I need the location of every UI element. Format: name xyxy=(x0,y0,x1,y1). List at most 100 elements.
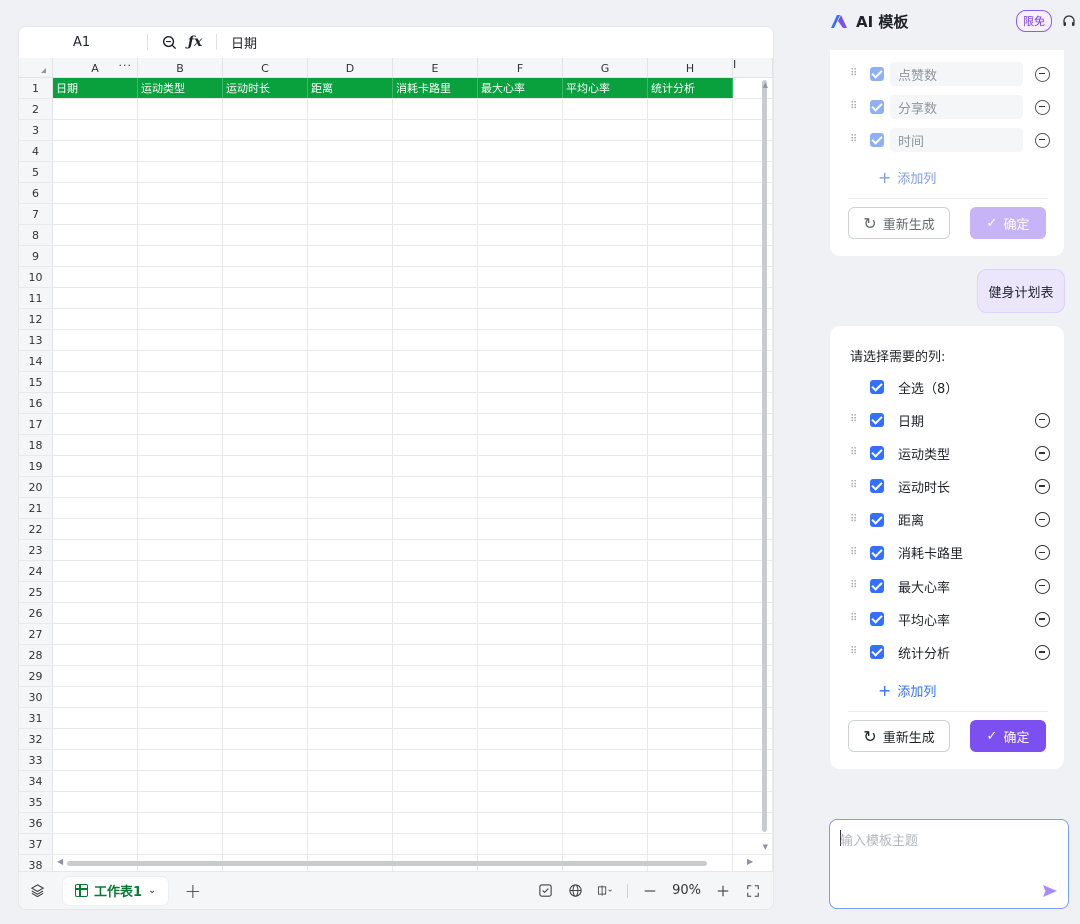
cell[interactable] xyxy=(648,729,733,749)
cell[interactable] xyxy=(53,645,138,665)
cell[interactable]: 距离 xyxy=(308,78,393,98)
column-header[interactable]: D xyxy=(308,58,393,78)
checkbox-icon[interactable] xyxy=(870,512,884,527)
cell[interactable] xyxy=(733,141,773,161)
row-header[interactable]: 9 xyxy=(19,246,53,266)
cell[interactable] xyxy=(308,813,393,833)
formula-value[interactable]: 日期 xyxy=(231,33,257,52)
cell[interactable] xyxy=(53,225,138,245)
checkbox-icon[interactable] xyxy=(870,545,884,560)
cell[interactable] xyxy=(563,351,648,371)
cell[interactable] xyxy=(478,183,563,203)
drag-handle-icon[interactable]: ⠿ xyxy=(850,135,860,145)
cell[interactable] xyxy=(53,708,138,728)
add-column-button[interactable]: + 添加列 xyxy=(878,168,936,187)
cell[interactable] xyxy=(478,519,563,539)
cell[interactable] xyxy=(308,708,393,728)
cell[interactable] xyxy=(138,792,223,812)
row-header[interactable]: 16 xyxy=(19,393,53,413)
row-header[interactable]: 34 xyxy=(19,771,53,791)
column-option-label[interactable]: 点赞数 xyxy=(890,62,1023,86)
cell[interactable] xyxy=(138,288,223,308)
remove-icon[interactable] xyxy=(1035,66,1050,82)
column-option[interactable]: ⠿ 时间 xyxy=(850,128,1050,152)
drag-handle-icon[interactable]: ⠿ xyxy=(850,69,860,79)
cell[interactable] xyxy=(223,141,308,161)
row-header[interactable]: 27 xyxy=(19,624,53,644)
checkbox-icon[interactable] xyxy=(870,100,884,114)
cell[interactable] xyxy=(138,204,223,224)
row-header[interactable]: 20 xyxy=(19,477,53,497)
cell[interactable] xyxy=(308,456,393,476)
cell[interactable]: 统计分析 xyxy=(648,78,733,98)
cell[interactable] xyxy=(223,687,308,707)
checkbox-icon[interactable] xyxy=(870,479,884,494)
cell[interactable] xyxy=(223,498,308,518)
cell[interactable] xyxy=(393,603,478,623)
cell[interactable] xyxy=(223,372,308,392)
cell[interactable] xyxy=(563,561,648,581)
cell[interactable] xyxy=(648,498,733,518)
cell[interactable] xyxy=(223,204,308,224)
cell[interactable] xyxy=(648,792,733,812)
cell[interactable] xyxy=(138,456,223,476)
select-all-option[interactable]: 全选（8） xyxy=(870,375,1070,399)
fullscreen-icon[interactable] xyxy=(745,883,761,899)
cell[interactable] xyxy=(308,267,393,287)
cell[interactable] xyxy=(138,435,223,455)
remove-icon[interactable] xyxy=(1035,578,1050,594)
cell[interactable] xyxy=(53,540,138,560)
cell[interactable] xyxy=(223,792,308,812)
cell[interactable] xyxy=(308,792,393,812)
cell[interactable] xyxy=(648,162,733,182)
cell[interactable] xyxy=(478,372,563,392)
cell[interactable] xyxy=(563,582,648,602)
cell[interactable] xyxy=(308,225,393,245)
globe-icon[interactable] xyxy=(567,883,583,899)
cell[interactable] xyxy=(138,183,223,203)
checkbox-icon[interactable] xyxy=(870,413,884,427)
cell[interactable] xyxy=(648,603,733,623)
cell[interactable] xyxy=(308,330,393,350)
column-option[interactable]: ⠿ 距离 xyxy=(850,508,1050,532)
column-option[interactable]: ⠿ 运动时长 xyxy=(850,474,1050,498)
cell[interactable] xyxy=(138,498,223,518)
cell[interactable] xyxy=(308,519,393,539)
cell[interactable]: 运动时长 xyxy=(223,78,308,98)
cell[interactable] xyxy=(223,246,308,266)
cell[interactable] xyxy=(733,267,773,287)
cell[interactable] xyxy=(563,603,648,623)
cell[interactable] xyxy=(478,309,563,329)
row-header[interactable]: 37 xyxy=(19,834,53,854)
cell[interactable] xyxy=(733,330,773,350)
cell[interactable] xyxy=(223,183,308,203)
cell[interactable] xyxy=(393,666,478,686)
cell[interactable] xyxy=(648,204,733,224)
column-header[interactable]: H xyxy=(648,58,733,78)
cell[interactable] xyxy=(138,414,223,434)
cell[interactable] xyxy=(53,183,138,203)
cell[interactable] xyxy=(308,288,393,308)
cell[interactable] xyxy=(648,624,733,644)
cell[interactable] xyxy=(138,729,223,749)
cell[interactable] xyxy=(648,666,733,686)
cell[interactable] xyxy=(478,477,563,497)
cell[interactable] xyxy=(308,750,393,770)
cell[interactable] xyxy=(53,141,138,161)
cell[interactable] xyxy=(53,414,138,434)
cell[interactable] xyxy=(648,813,733,833)
cell[interactable] xyxy=(223,351,308,371)
cell[interactable] xyxy=(563,246,648,266)
column-option-label[interactable]: 时间 xyxy=(890,128,1023,152)
zoom-icon[interactable] xyxy=(156,35,182,50)
cell[interactable] xyxy=(648,414,733,434)
cell[interactable] xyxy=(393,330,478,350)
cell[interactable] xyxy=(223,624,308,644)
cell[interactable] xyxy=(53,624,138,644)
cell[interactable] xyxy=(648,120,733,140)
scroll-left-icon[interactable]: ◀ xyxy=(57,857,63,866)
cell[interactable] xyxy=(53,456,138,476)
cell[interactable] xyxy=(478,120,563,140)
checkbox-icon[interactable] xyxy=(870,612,884,627)
cell[interactable] xyxy=(733,771,773,791)
